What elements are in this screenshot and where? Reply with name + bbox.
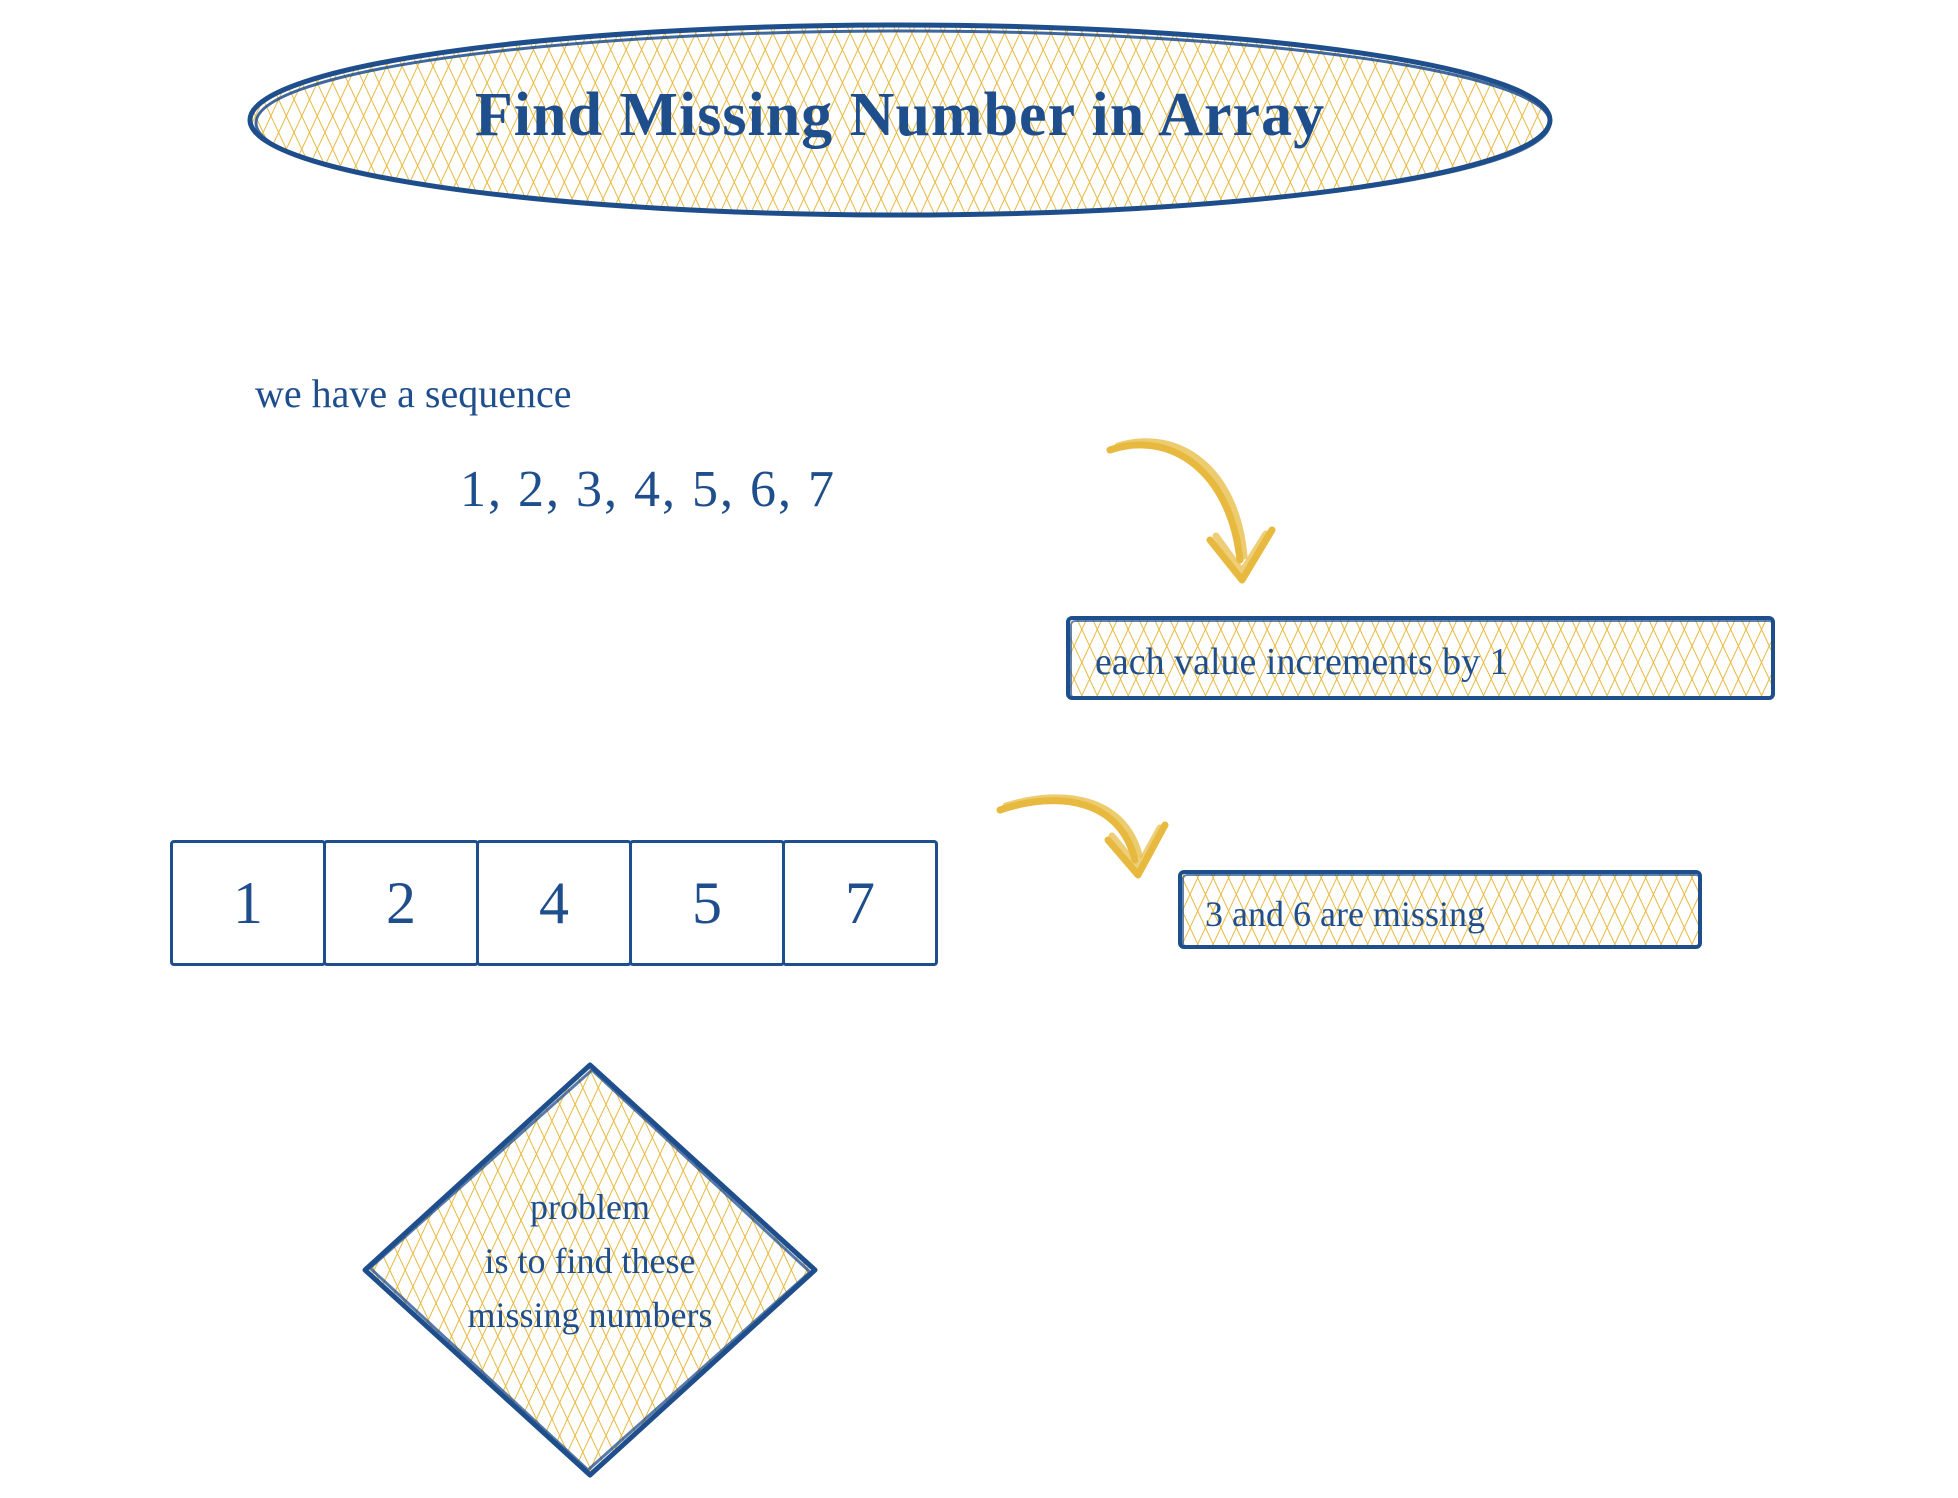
problem-line: is to find these [380,1234,800,1288]
array-cell: 2 [323,840,479,966]
array-cell: 5 [629,840,785,966]
sequence-values: 1, 2, 3, 4, 5, 6, 7 [460,460,836,519]
note-increment: each value increments by 1 [1095,640,1509,684]
problem-line: problem [380,1180,800,1234]
page-title: Find Missing Number in Array [300,80,1500,151]
array-row: 1 2 4 5 7 [170,840,938,966]
sketch-shapes [0,0,1958,1498]
sequence-label: we have a sequence [255,370,571,417]
problem-line: missing numbers [380,1288,800,1342]
array-cell: 4 [476,840,632,966]
note-missing: 3 and 6 are missing [1205,893,1485,935]
array-cell: 1 [170,840,326,966]
array-cell: 7 [782,840,938,966]
problem-diamond: problem is to find these missing numbers [380,1060,800,1480]
